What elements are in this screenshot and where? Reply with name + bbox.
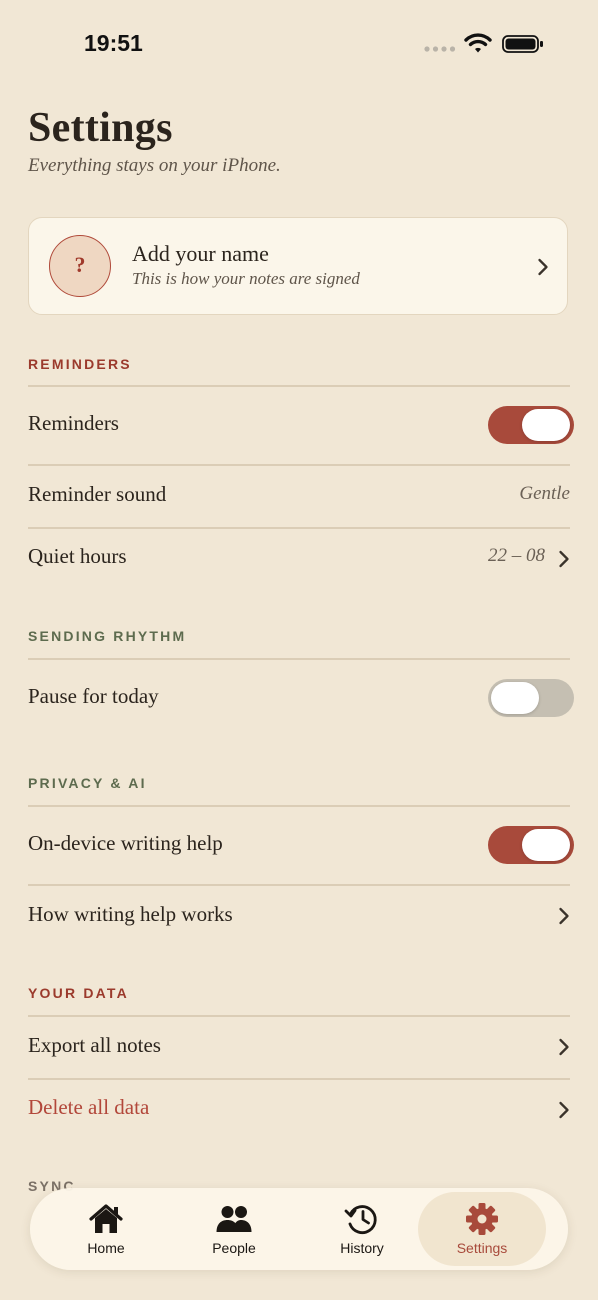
writing-help-label: On-device writing help [28,831,223,855]
chevron-right-icon [559,1101,569,1119]
status-bar: 19:51 [0,0,598,90]
status-icons [424,32,546,56]
row-quiet-hours[interactable]: Quiet hours 22 – 08 [28,528,570,590]
house-icon [89,1204,123,1233]
gear-icon [466,1203,498,1235]
signal-icon [424,46,456,52]
page-subtitle: Everything stays on your iPhone. [28,155,281,176]
row-writing-help: On-device writing help [28,806,574,884]
tab-label: Settings [456,1240,508,1256]
chevron-right-icon [538,258,548,276]
reminders-toggle[interactable] [488,406,574,444]
profile-card[interactable]: ? Add your name This is how your notes a… [28,217,568,315]
tab-bar: Home People History Settings [30,1188,568,1270]
section-header-privacy: PRIVACY & AI [28,775,147,791]
section-header-sending-rhythm: SENDING RHYTHM [28,628,187,644]
row-delete-data[interactable]: Delete all data [28,1079,570,1141]
chevron-right-icon [559,907,569,925]
pause-today-toggle[interactable] [488,679,574,717]
reminder-sound-value: Gentle [519,483,570,504]
wifi-icon [464,33,492,53]
tab-people[interactable]: People [170,1188,298,1270]
people-icon [216,1206,252,1232]
pause-today-label: Pause for today [28,684,159,708]
avatar: ? [49,235,111,297]
chevron-right-icon [559,550,569,568]
row-export-notes[interactable]: Export all notes [28,1016,570,1078]
tab-settings[interactable]: Settings [418,1192,546,1266]
writing-help-toggle[interactable] [488,826,574,864]
toggle-knob [491,682,539,714]
tab-history[interactable]: History [298,1188,426,1270]
page-title: Settings [28,105,173,151]
quiet-hours-value: 22 – 08 [488,545,545,566]
battery-icon [502,35,543,53]
tab-home[interactable]: Home [42,1188,170,1270]
export-notes-label: Export all notes [28,1033,161,1057]
tab-label: Home [87,1240,125,1256]
tab-label: People [212,1240,256,1256]
section-header-your-data: YOUR DATA [28,985,129,1001]
reminders-label: Reminders [28,411,119,435]
reminder-sound-label: Reminder sound [28,482,167,506]
status-time: 19:51 [84,30,143,56]
chevron-right-icon [559,1038,569,1056]
section-header-reminders: REMINDERS [28,356,132,372]
row-reminders: Reminders [28,386,574,464]
tab-label: History [340,1240,384,1256]
row-reminder-sound[interactable]: Reminder sound Gentle [28,465,570,527]
quiet-hours-label: Quiet hours [28,544,127,568]
row-how-writing-help[interactable]: How writing help works [28,885,570,947]
how-writing-help-label: How writing help works [28,902,233,926]
delete-data-label: Delete all data [28,1095,150,1119]
profile-hint: This is how your notes are signed [132,269,360,288]
toggle-knob [522,409,570,441]
toggle-knob [522,829,570,861]
profile-name: Add your name [132,241,269,266]
row-pause-today: Pause for today [28,659,574,735]
history-icon [344,1205,377,1234]
